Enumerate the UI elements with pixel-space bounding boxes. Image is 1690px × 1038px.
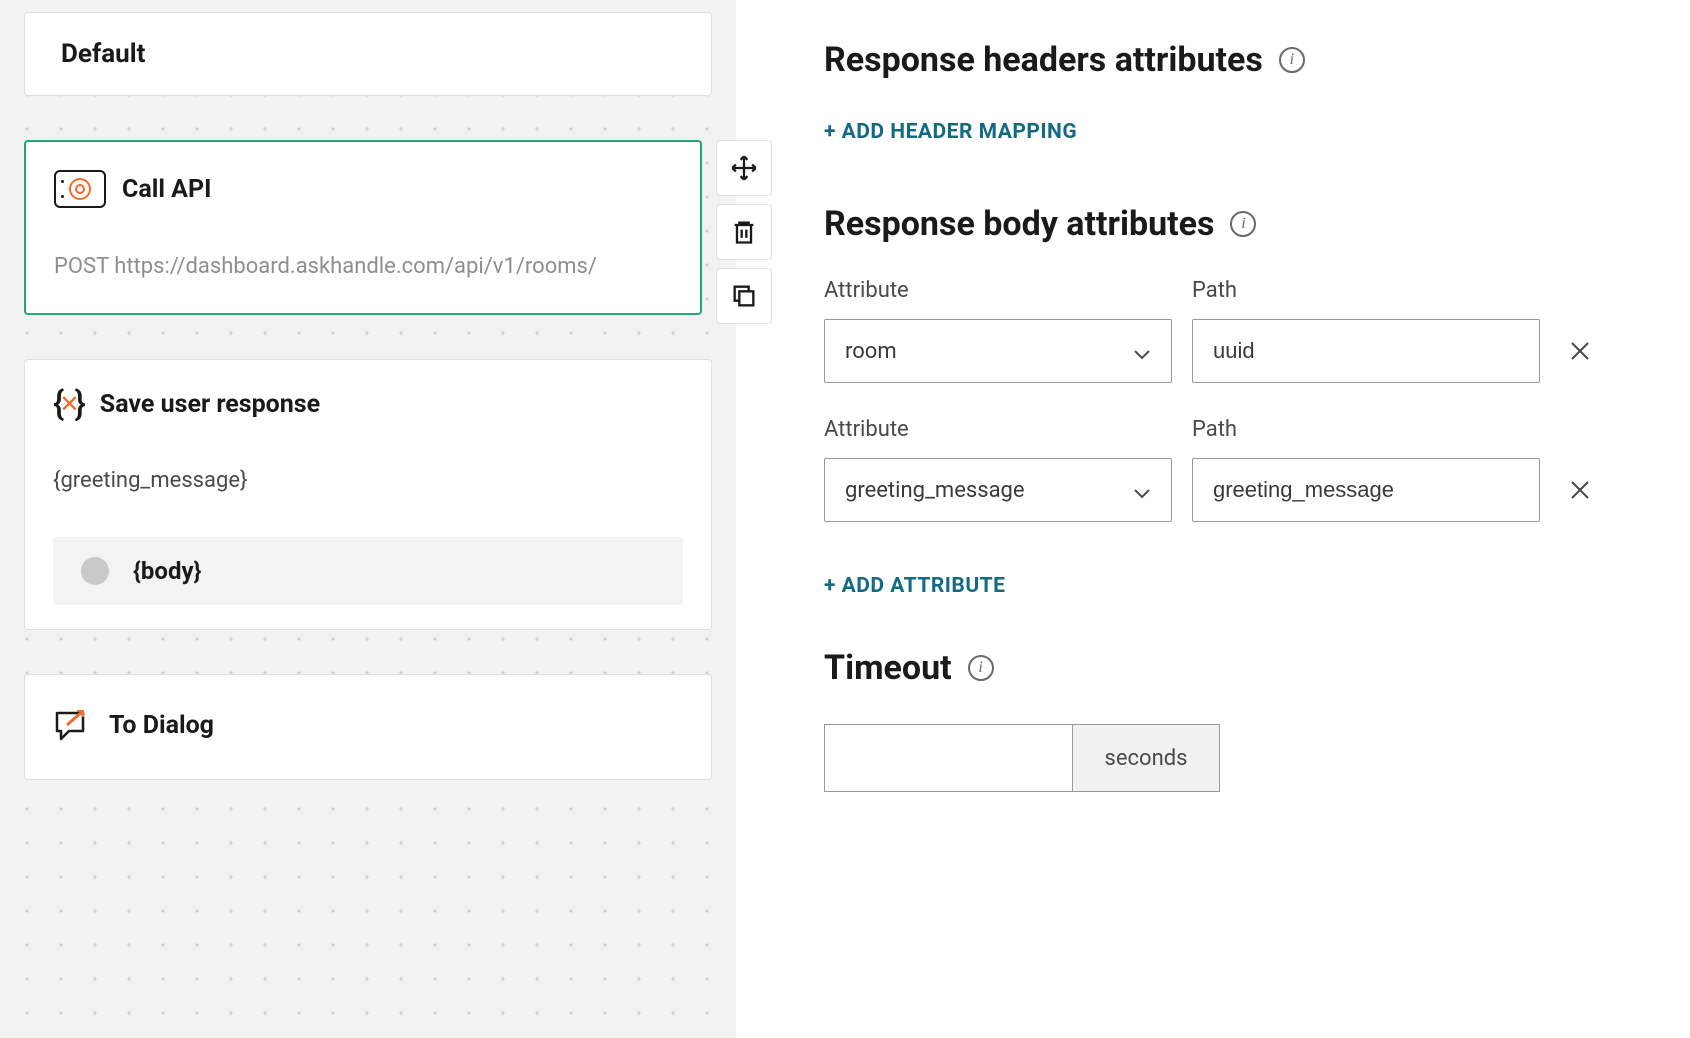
body-chip-label: {body} [133,557,201,585]
gear-icon [54,170,106,208]
trash-icon [730,218,758,246]
properties-panel: Response headers attributes i + ADD HEAD… [736,0,1690,1038]
node-save-response-title: Save user response [100,390,320,419]
timeout-unit-label: seconds [1072,724,1220,792]
avatar-dot [81,557,109,585]
attribute-select-value: room [845,339,897,364]
path-label: Path [1192,417,1540,442]
info-icon[interactable]: i [1279,47,1305,73]
attribute-row: Attribute greeting_message Path [824,417,1602,522]
timeout-field: seconds [824,724,1602,792]
close-icon [1569,340,1591,362]
node-to-dialog-title: To Dialog [109,711,214,740]
add-header-mapping-button[interactable]: + ADD HEADER MAPPING [824,120,1077,144]
attribute-select-value: greeting_message [845,478,1025,503]
node-default-title: Default [61,39,675,69]
move-icon [730,154,758,182]
flow-canvas[interactable]: Default Call API POST https://dashboard.… [0,0,736,1038]
duplicate-button[interactable] [716,268,772,324]
info-icon[interactable]: i [968,655,994,681]
response-body-title-row: Response body attributes i [824,204,1602,244]
copy-icon [730,282,758,310]
response-body-title: Response body attributes [824,204,1214,244]
attribute-label: Attribute [824,417,1172,442]
node-to-dialog[interactable]: To Dialog [24,674,712,780]
response-headers-title-row: Response headers attributes i [824,40,1602,80]
node-call-api-title: Call API [122,175,211,204]
path-label: Path [1192,278,1540,303]
remove-attribute-button[interactable] [1560,458,1600,522]
attribute-select[interactable]: room [824,319,1172,383]
node-toolbar [716,140,772,324]
attribute-select[interactable]: greeting_message [824,458,1172,522]
node-call-api-subtext: POST https://dashboard.askhandle.com/api… [54,248,676,285]
timeout-title-row: Timeout i [824,648,1602,688]
chevron-down-icon [1133,481,1151,499]
timeout-input[interactable] [843,725,1054,791]
delete-button[interactable] [716,204,772,260]
braces-icon: {✕} [53,384,84,424]
node-call-api[interactable]: Call API POST https://dashboard.askhandl… [24,140,702,315]
close-icon [1569,479,1591,501]
remove-attribute-button[interactable] [1560,319,1600,383]
path-input-wrapper [1192,319,1540,383]
greeting-message-text: {greeting_message} [53,468,683,493]
response-headers-title: Response headers attributes [824,40,1263,80]
path-input[interactable] [1213,477,1519,503]
info-icon[interactable]: i [1230,211,1256,237]
node-save-response[interactable]: {✕} Save user response {greeting_message… [24,359,712,630]
attribute-label: Attribute [824,278,1172,303]
arrow-box-icon [53,707,93,743]
timeout-input-wrapper [824,724,1072,792]
node-default[interactable]: Default [24,12,712,96]
timeout-title: Timeout [824,648,952,688]
path-input-wrapper [1192,458,1540,522]
attribute-row: Attribute room Path [824,278,1602,383]
move-button[interactable] [716,140,772,196]
body-chip[interactable]: {body} [53,537,683,605]
chevron-down-icon [1133,342,1151,360]
add-attribute-button[interactable]: + ADD ATTRIBUTE [824,574,1006,598]
path-input[interactable] [1213,338,1519,364]
